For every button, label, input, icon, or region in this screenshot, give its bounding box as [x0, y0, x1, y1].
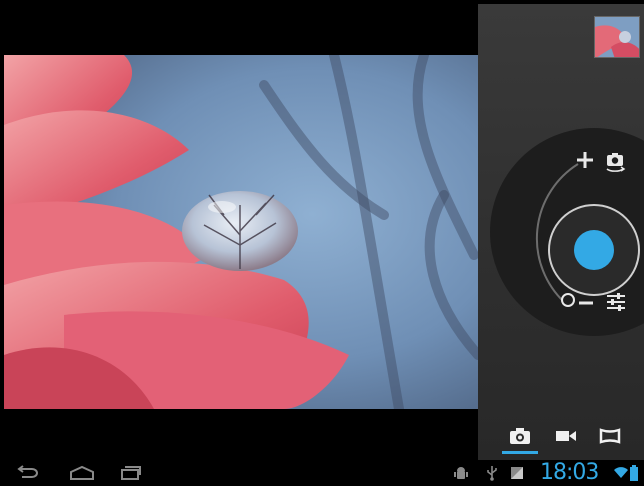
mode-panorama[interactable]	[590, 418, 630, 454]
camera-settings-button[interactable]	[604, 290, 628, 314]
zoom-in-button[interactable]	[574, 149, 596, 171]
switch-camera-icon	[606, 153, 626, 172]
panorama-icon	[599, 428, 621, 444]
home-button[interactable]	[62, 460, 102, 486]
system-navigation-bar: 18:03	[0, 460, 644, 486]
sliders-icon	[607, 293, 625, 311]
shutter-button[interactable]	[548, 204, 640, 296]
back-icon	[17, 465, 38, 478]
recent-apps-icon	[121, 466, 141, 480]
battery-icon	[630, 465, 638, 481]
viewfinder-image	[4, 55, 478, 409]
mode-photo[interactable]	[500, 418, 540, 454]
camera-viewfinder[interactable]	[4, 55, 478, 409]
shutter-core	[574, 230, 614, 270]
gallery-notification-icon	[511, 467, 523, 479]
video-camera-icon	[556, 431, 576, 441]
android-debug-icon	[454, 467, 468, 479]
zoom-handle-icon	[561, 293, 575, 307]
zoom-slider-handle[interactable]	[560, 292, 576, 308]
usb-icon	[487, 466, 497, 481]
back-button[interactable]	[6, 460, 46, 486]
camera-icon	[510, 428, 530, 444]
dial-wrapper	[478, 4, 644, 460]
mode-video[interactable]	[546, 418, 586, 454]
plus-icon	[577, 152, 593, 168]
status-clock: 18:03	[540, 460, 599, 485]
wifi-icon	[614, 467, 628, 478]
zoom-out-button[interactable]	[577, 294, 595, 308]
recent-apps-button[interactable]	[110, 460, 150, 486]
switch-camera-button[interactable]	[602, 148, 628, 174]
minus-icon	[579, 301, 593, 305]
home-icon	[70, 465, 94, 480]
mode-selector	[478, 408, 644, 460]
